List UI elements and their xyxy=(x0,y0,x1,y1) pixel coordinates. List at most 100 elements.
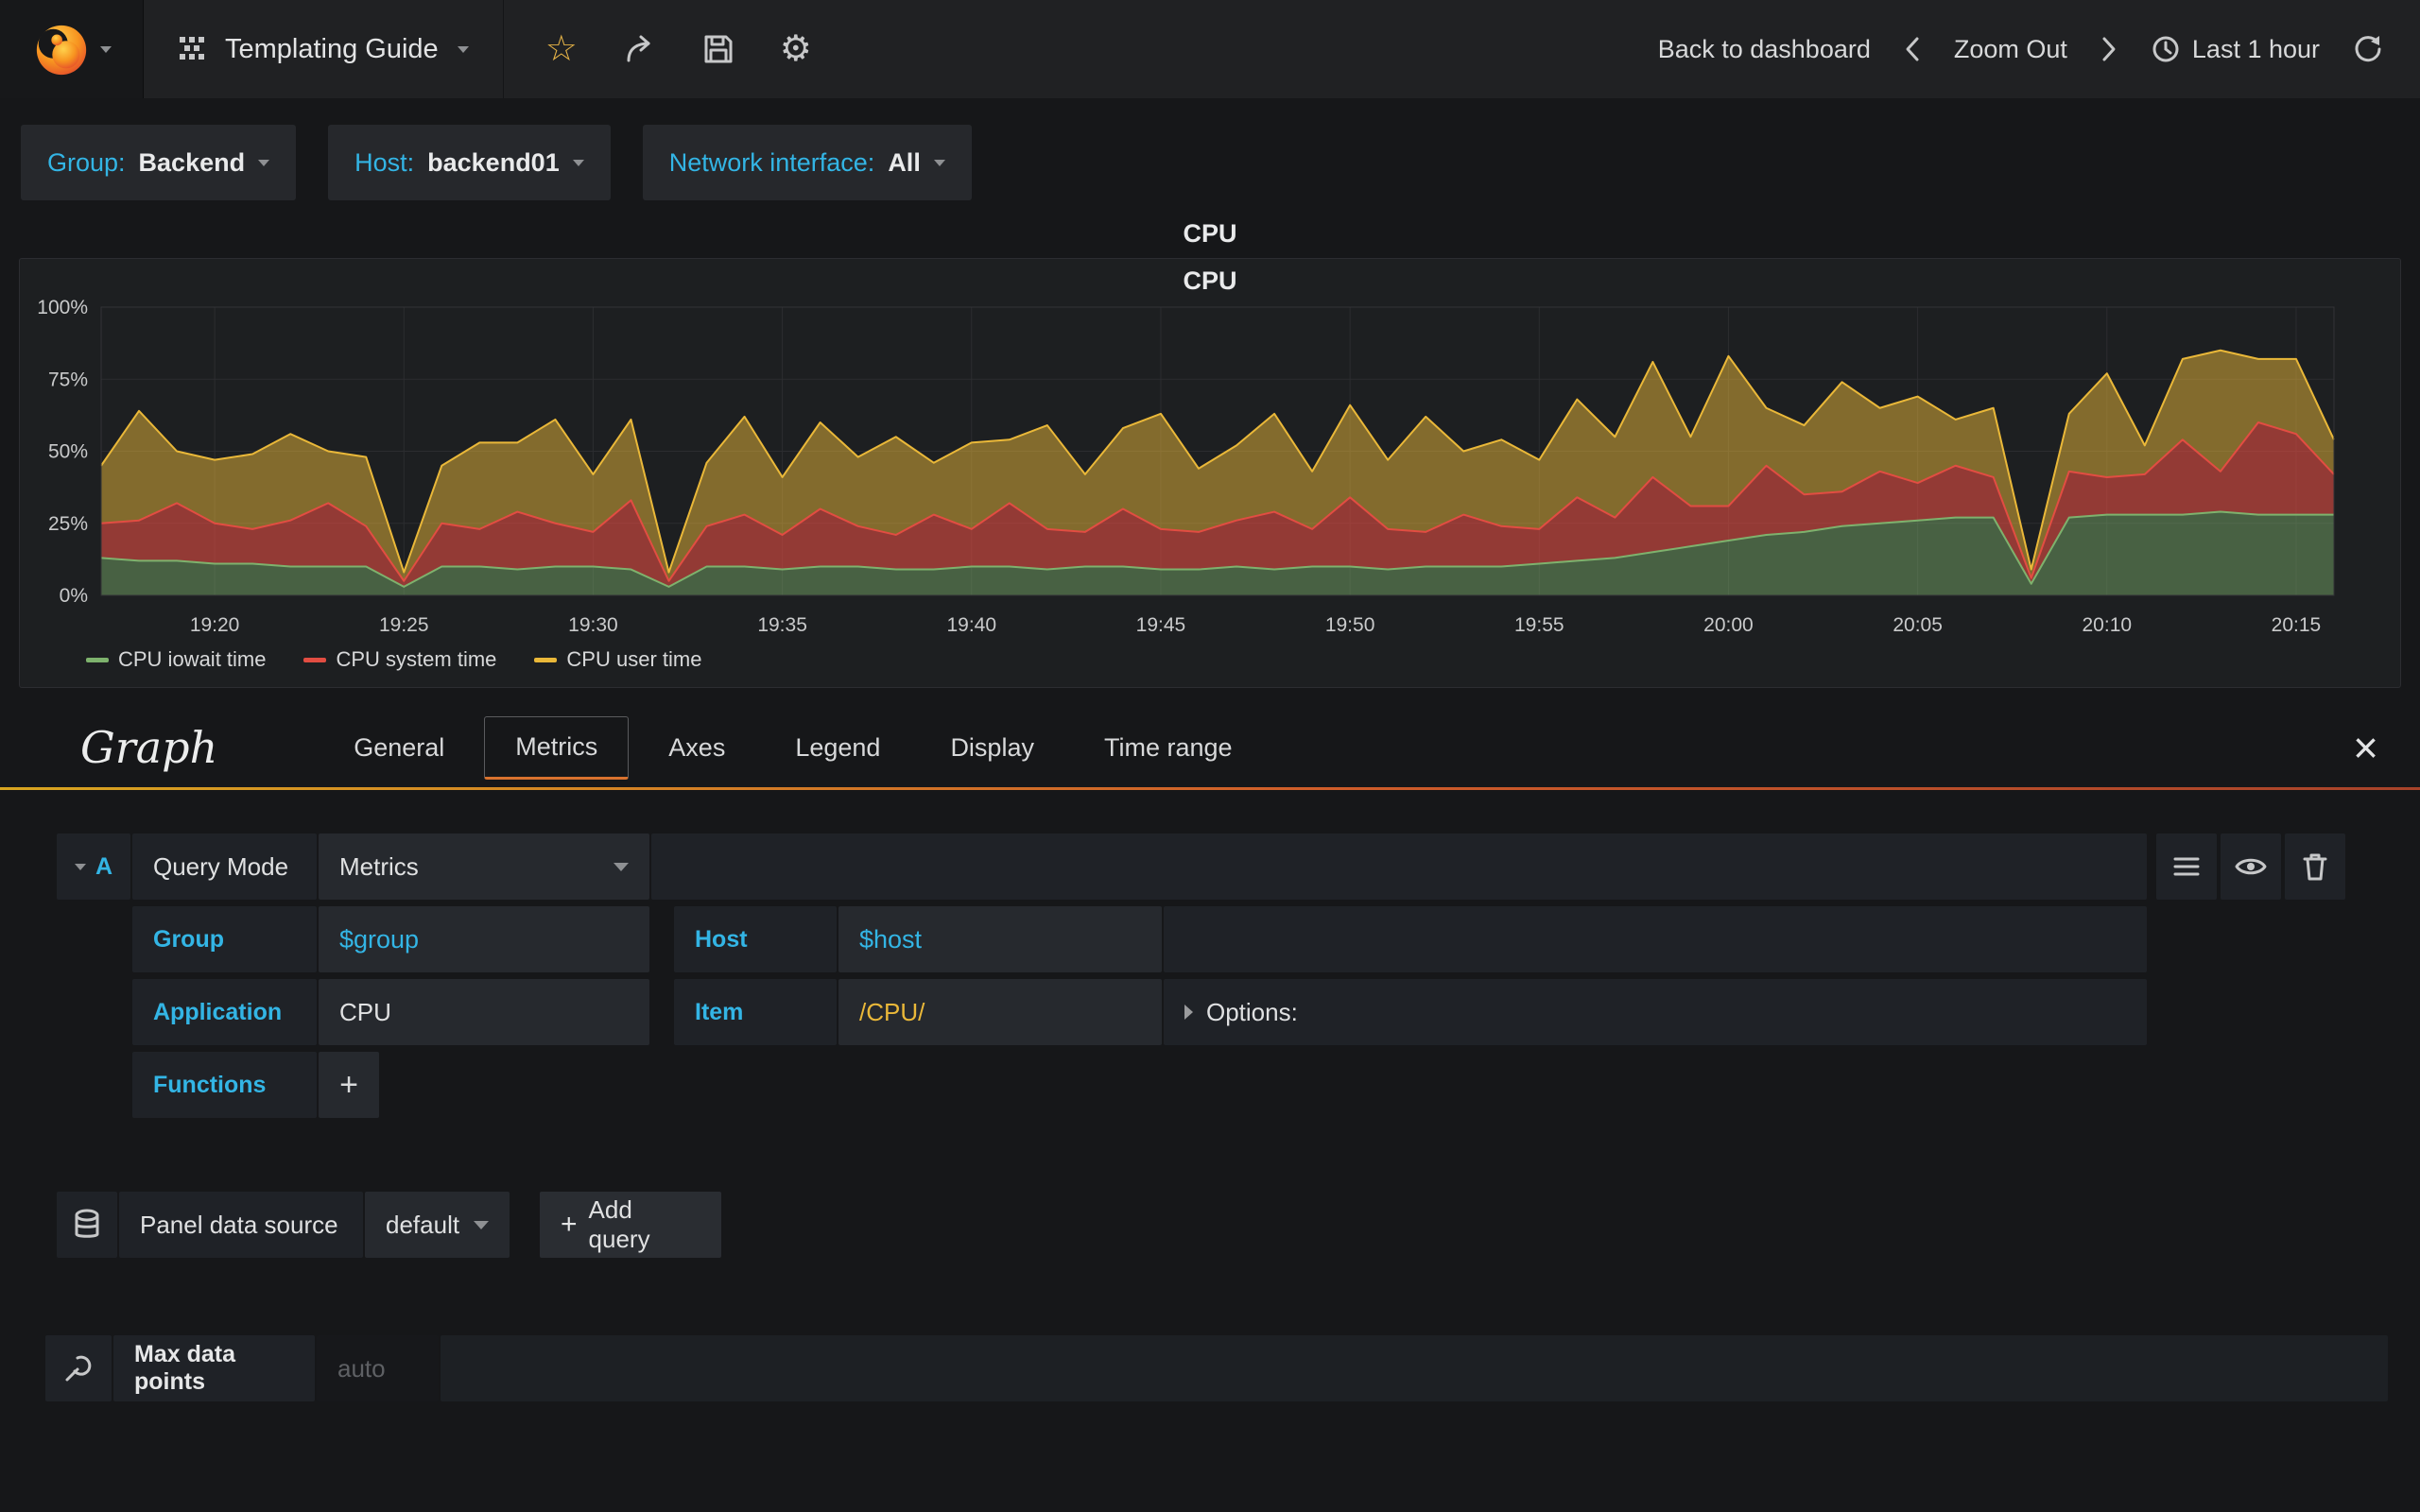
panel-options-button[interactable] xyxy=(45,1335,112,1401)
query-row-buttons xyxy=(2156,833,2345,900)
clock-icon xyxy=(2152,36,2179,62)
collapse-caret-icon xyxy=(74,863,86,870)
share-icon xyxy=(627,35,650,62)
settings-button[interactable]: ⚙ xyxy=(780,31,812,67)
query-row-filler xyxy=(1164,906,2147,972)
query-mode-label: Query Mode xyxy=(132,833,317,900)
grafana-logo[interactable] xyxy=(0,0,144,98)
max-data-points-row: Max data points auto xyxy=(45,1335,2420,1401)
group-input[interactable]: $group xyxy=(319,906,649,972)
tab-metrics[interactable]: Metrics xyxy=(484,715,630,780)
variables-row: Group: Backend Host: backend01 Network inter… xyxy=(0,98,2420,200)
close-editor-button[interactable]: × xyxy=(2353,726,2378,769)
tab-display[interactable]: Display xyxy=(920,718,1064,778)
svg-text:19:40: 19:40 xyxy=(946,614,996,636)
svg-text:100%: 100% xyxy=(37,297,88,318)
add-query-button[interactable]: + Add query xyxy=(540,1192,721,1258)
panel-type-label: Graph xyxy=(80,722,218,773)
query-delete-button[interactable] xyxy=(2285,833,2345,900)
variable-label: Group: xyxy=(47,147,126,177)
host-input[interactable]: $host xyxy=(838,906,1162,972)
query-row-group-host: Group $group Host $host xyxy=(132,906,2420,972)
legend-item[interactable]: CPU iowait time xyxy=(86,647,266,672)
share-button[interactable] xyxy=(623,33,657,65)
functions-label: Functions xyxy=(132,1052,317,1118)
add-function-button[interactable]: + xyxy=(319,1052,379,1118)
chevron-left-icon[interactable] xyxy=(1903,34,1922,64)
cpu-graph-panel: CPU 19:20 19:25 19:30 19:35 19:40 19:45 19:50 1… xyxy=(19,258,2401,688)
variable-value: All xyxy=(888,147,921,177)
max-data-points-input[interactable]: auto xyxy=(317,1335,439,1401)
legend-label: CPU user time xyxy=(566,647,702,671)
gear-icon: ⚙ xyxy=(779,29,812,69)
options-label: Options: xyxy=(1206,997,1298,1026)
logo-menu-caret-icon[interactable] xyxy=(99,45,112,53)
zoom-out-button[interactable]: Zoom Out xyxy=(1954,35,2067,64)
hamburger-icon xyxy=(2173,857,2200,876)
variable-label: Network interface: xyxy=(668,147,875,177)
tab-general[interactable]: General xyxy=(323,718,475,778)
cpu-chart[interactable]: 19:20 19:25 19:30 19:35 19:40 19:45 19:50 19:55… xyxy=(20,296,2400,644)
host-label: Host xyxy=(674,906,837,972)
group-value: $group xyxy=(339,924,420,954)
options-toggle[interactable]: Options: xyxy=(1164,979,2147,1045)
save-button[interactable] xyxy=(702,33,735,65)
svg-text:75%: 75% xyxy=(48,369,88,390)
query-toggle-visibility-button[interactable] xyxy=(2221,833,2281,900)
chevron-right-icon[interactable] xyxy=(2100,34,2118,64)
item-label: Item xyxy=(674,979,837,1045)
add-query-label: Add query xyxy=(588,1195,650,1253)
options-expand-icon xyxy=(1184,1005,1193,1020)
dashboard-grid-icon xyxy=(180,37,204,60)
svg-text:50%: 50% xyxy=(48,441,88,463)
trash-icon xyxy=(2303,853,2327,881)
query-row-application-item: Application CPU Item /CPU/ Options: xyxy=(132,979,2420,1045)
legend-label: CPU system time xyxy=(336,647,497,671)
query-mode-select[interactable]: Metrics xyxy=(319,833,649,900)
svg-text:25%: 25% xyxy=(48,513,88,535)
tab-time-range[interactable]: Time range xyxy=(1074,718,1263,778)
host-value: $host xyxy=(859,924,923,954)
legend-item[interactable]: CPU system time xyxy=(303,647,496,672)
database-icon xyxy=(75,1209,99,1238)
query-menu-button[interactable] xyxy=(2156,833,2217,900)
tab-legend[interactable]: Legend xyxy=(765,718,910,778)
svg-text:19:20: 19:20 xyxy=(190,614,240,636)
variable-pill-2[interactable]: Network interface: All xyxy=(642,125,972,200)
time-picker-button[interactable]: Last 1 hour xyxy=(2151,34,2320,64)
variable-pill-1[interactable]: Host: backend01 xyxy=(328,125,611,200)
item-input[interactable]: /CPU/ xyxy=(838,979,1162,1045)
svg-text:19:55: 19:55 xyxy=(1514,614,1564,636)
max-data-points-label: Max data points xyxy=(113,1335,315,1401)
dashboard-title-caret-icon xyxy=(457,45,469,53)
dashboard-title-menu[interactable]: Templating Guide xyxy=(144,0,504,98)
panel-title[interactable]: CPU xyxy=(0,219,2420,249)
back-to-dashboard-button[interactable]: Back to dashboard xyxy=(1658,35,1871,64)
query-collapse-toggle[interactable]: A xyxy=(57,833,130,900)
application-value: CPU xyxy=(339,997,391,1026)
max-data-points-filler xyxy=(441,1335,2388,1401)
application-input[interactable]: CPU xyxy=(319,979,649,1045)
item-value: /CPU/ xyxy=(859,997,925,1026)
query-row-functions: Functions + xyxy=(132,1052,2420,1118)
star-button[interactable]: ☆ xyxy=(545,31,578,67)
refresh-icon[interactable] xyxy=(2352,33,2384,65)
group-label: Group xyxy=(132,906,317,972)
svg-text:20:05: 20:05 xyxy=(1893,614,1943,636)
query-mode-caret-icon xyxy=(614,862,629,871)
dashboard-title: Templating Guide xyxy=(225,33,439,64)
legend-item[interactable]: CPU user time xyxy=(534,647,701,672)
navbar-actions: ☆ ⚙ xyxy=(504,0,854,98)
panel-data-source-select[interactable]: default xyxy=(365,1192,510,1258)
tab-axes[interactable]: Axes xyxy=(638,718,755,778)
query-row-filler xyxy=(651,833,2147,900)
query-row-a: A Query Mode Metrics xyxy=(57,833,2420,900)
datasource-button[interactable] xyxy=(57,1192,117,1258)
wrench-icon xyxy=(65,1355,92,1382)
variable-pill-0[interactable]: Group: Backend xyxy=(21,125,297,200)
query-editor: A Query Mode Metrics Group $group Host $… xyxy=(0,790,2420,1401)
panel-editor: Graph General Metrics Axes Legend Display Tim… xyxy=(0,705,2420,1401)
save-icon xyxy=(704,35,733,63)
variable-value: backend01 xyxy=(427,147,560,177)
variable-value: Backend xyxy=(138,147,246,177)
